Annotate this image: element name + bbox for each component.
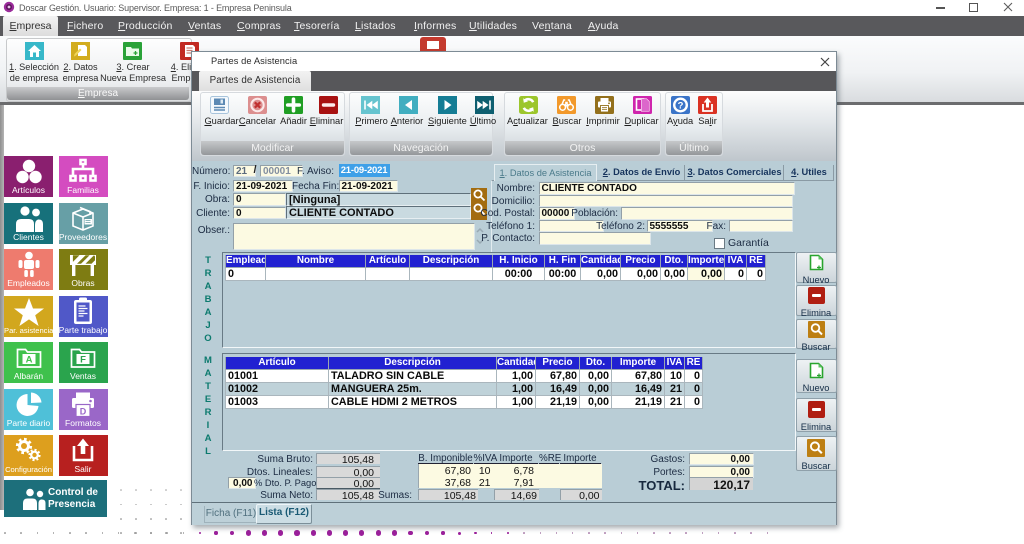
svg-text:F: F [80,355,86,366]
svg-text:?: ? [678,101,684,112]
svg-text:A: A [25,355,32,366]
svg-text:D: D [80,406,87,416]
